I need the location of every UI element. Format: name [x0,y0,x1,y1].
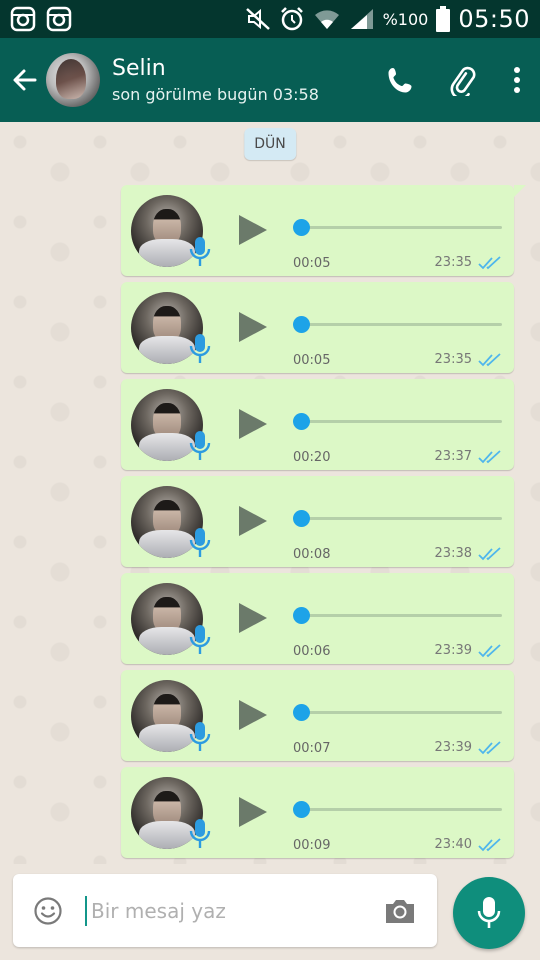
play-icon[interactable] [237,698,269,732]
audio-seekbar[interactable] [297,420,502,423]
call-button[interactable] [370,38,432,122]
instagram-icon [10,6,36,32]
more-vert-icon [514,67,520,93]
microphone-icon [477,897,501,928]
message-time: 23:39 [434,740,472,755]
microphone-icon [189,819,211,848]
audio-duration: 00:06 [293,644,331,659]
phone-icon [388,68,412,93]
microphone-icon [189,528,211,557]
record-voice-button[interactable] [453,877,525,949]
emoji-button[interactable] [33,896,63,926]
voice-message[interactable]: 00:20 23:37 [121,379,514,470]
chat-header: Selin son görülme bugün 03:58 [0,38,540,122]
status-right: %100 05:50 [245,5,530,33]
text-caret [85,896,87,926]
instagram-icon [46,6,72,32]
seekbar-thumb[interactable] [293,704,310,721]
double-check-icon [478,450,501,464]
chat-area[interactable]: DÜN 00:05 23:35 00:05 23:35 00:20 23:37 00:08 2… [0,122,540,864]
message-time: 23:37 [434,449,472,464]
audio-duration: 00:20 [293,450,331,465]
contact-name: Selin [112,56,166,81]
more-options-button[interactable] [494,38,540,122]
message-composer [13,874,437,947]
battery-percent: %100 [382,9,429,29]
audio-seekbar[interactable] [297,517,502,520]
seekbar-thumb[interactable] [293,219,310,236]
double-check-icon [478,741,501,755]
double-check-icon [478,838,501,852]
play-icon[interactable] [237,407,269,441]
play-icon[interactable] [237,795,269,829]
voice-message[interactable]: 00:06 23:39 [121,573,514,664]
back-arrow-icon [13,69,37,91]
status-bar: %100 05:50 [0,0,540,38]
voice-message[interactable]: 00:05 23:35 [121,185,526,276]
last-seen: son görülme bugün 03:58 [112,85,319,104]
audio-seekbar[interactable] [297,808,502,811]
microphone-icon [189,625,211,654]
audio-duration: 00:07 [293,741,331,756]
contact-avatar[interactable] [46,53,100,107]
message-time: 23:39 [434,643,472,658]
play-icon[interactable] [237,504,269,538]
audio-duration: 00:05 [293,256,331,271]
signal-icon [350,9,373,29]
double-check-icon [478,256,501,270]
message-list: 00:05 23:35 00:05 23:35 00:20 23:37 00:08 23:38… [121,185,526,864]
audio-seekbar[interactable] [297,614,502,617]
message-time: 23:38 [434,546,472,561]
play-icon[interactable] [237,310,269,344]
audio-duration: 00:05 [293,353,331,368]
camera-button[interactable] [383,896,417,926]
message-time: 23:40 [434,837,472,852]
seekbar-thumb[interactable] [293,510,310,527]
seekbar-thumb[interactable] [293,316,310,333]
play-icon[interactable] [237,601,269,635]
contact-info[interactable]: Selin son görülme bugün 03:58 [112,56,370,104]
status-left [10,6,72,32]
double-check-icon [478,644,501,658]
seekbar-thumb[interactable] [293,801,310,818]
message-time: 23:35 [434,352,472,367]
message-time: 23:35 [434,255,472,270]
emoji-icon [34,897,62,925]
attach-button[interactable] [432,38,494,122]
voice-message[interactable]: 00:07 23:39 [121,670,514,761]
microphone-icon [189,722,211,751]
audio-duration: 00:09 [293,838,331,853]
play-icon[interactable] [237,213,269,247]
mute-icon [245,8,270,30]
audio-seekbar[interactable] [297,711,502,714]
voice-message[interactable]: 00:05 23:35 [121,282,514,373]
microphone-icon [189,334,211,363]
voice-message[interactable]: 00:09 23:40 [121,767,514,858]
microphone-icon [189,431,211,460]
paperclip-icon [450,66,476,96]
camera-icon [386,900,414,923]
voice-message[interactable]: 00:08 23:38 [121,476,514,567]
audio-seekbar[interactable] [297,226,502,229]
microphone-icon [189,237,211,266]
status-time: 05:50 [458,5,530,33]
alarm-icon [280,7,303,31]
date-chip: DÜN [244,128,296,160]
seekbar-thumb[interactable] [293,607,310,624]
audio-seekbar[interactable] [297,323,502,326]
battery-icon [436,6,451,32]
message-input[interactable] [91,892,371,930]
double-check-icon [478,547,501,561]
seekbar-thumb[interactable] [293,413,310,430]
wifi-icon [314,10,339,29]
double-check-icon [478,353,501,367]
back-button[interactable] [4,38,46,122]
audio-duration: 00:08 [293,547,331,562]
